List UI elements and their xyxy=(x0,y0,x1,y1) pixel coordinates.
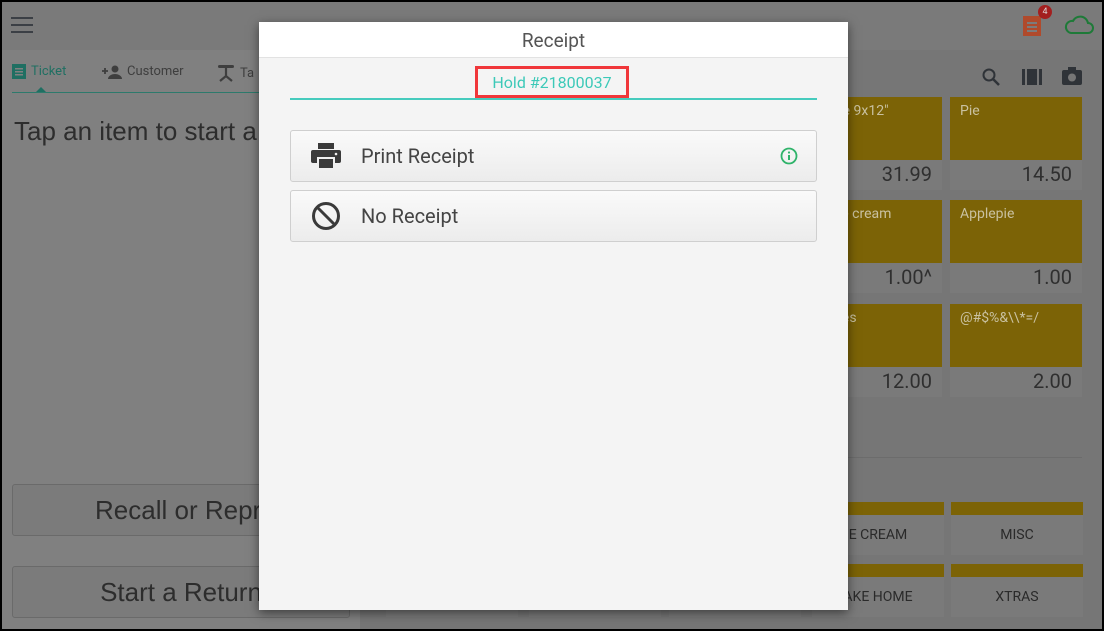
camera-icon[interactable] xyxy=(1062,67,1082,85)
category-color-strip xyxy=(951,564,1083,577)
tab-table[interactable]: Ta xyxy=(217,64,254,82)
tab-ticket[interactable]: Ticket xyxy=(12,64,66,79)
hold-number: Hold #21800037 xyxy=(475,66,629,98)
option-label: No Receipt xyxy=(361,204,459,228)
category-label: MISC xyxy=(951,515,1083,555)
pos-app: 4 Ticket Customer Ta Tap an item to star… xyxy=(2,2,1102,629)
option-label: Print Receipt xyxy=(361,144,475,168)
open-tickets-button[interactable]: 4 xyxy=(1022,5,1052,42)
tab-customer[interactable]: Customer xyxy=(102,64,184,79)
item-price: 1.00 xyxy=(950,263,1082,293)
item-tile[interactable]: @#$%&\\*=/2.00 xyxy=(950,304,1082,397)
hold-underline xyxy=(290,98,817,100)
printer-icon xyxy=(311,143,341,169)
no-icon xyxy=(312,202,340,230)
empty-ticket-message: Tap an item to start a xyxy=(14,116,257,146)
tab-label: Ticket xyxy=(31,64,67,79)
category-label: XTRAS xyxy=(951,577,1083,617)
add-person-icon xyxy=(102,65,122,79)
category-tile[interactable]: MISC xyxy=(951,502,1083,555)
ticket-count-badge: 4 xyxy=(1038,5,1052,19)
item-name: Pie xyxy=(950,97,1082,160)
active-tab-indicator xyxy=(36,87,46,92)
item-tile[interactable]: Applepie 1.00 xyxy=(950,200,1082,293)
item-price: 14.50 xyxy=(950,160,1082,190)
info-icon[interactable] xyxy=(780,147,798,165)
category-tile[interactable]: XTRAS xyxy=(951,564,1083,617)
search-icon[interactable] xyxy=(982,68,1000,86)
cloud-icon[interactable] xyxy=(1064,14,1094,36)
tab-label: Customer xyxy=(127,64,184,79)
category-color-strip xyxy=(951,502,1083,515)
item-tile[interactable]: Pie 14.50 xyxy=(950,97,1082,190)
receipt-dialog: Receipt Hold #21800037 Print Receipt No … xyxy=(259,22,848,610)
table-icon xyxy=(218,65,234,82)
item-name: Applepie xyxy=(950,200,1082,263)
item-price: 2.00 xyxy=(950,367,1082,397)
ticket-icon xyxy=(12,64,26,79)
tab-label: Ta xyxy=(240,65,255,81)
print-receipt-button[interactable]: Print Receipt xyxy=(290,130,817,182)
hamburger-icon[interactable] xyxy=(11,16,33,34)
item-name: @#$%&\\*=/ xyxy=(950,304,1082,367)
ticket-icon xyxy=(1023,16,1041,36)
barcode-icon[interactable] xyxy=(1022,69,1042,85)
dialog-title: Receipt xyxy=(259,22,848,58)
no-receipt-button[interactable]: No Receipt xyxy=(290,190,817,242)
